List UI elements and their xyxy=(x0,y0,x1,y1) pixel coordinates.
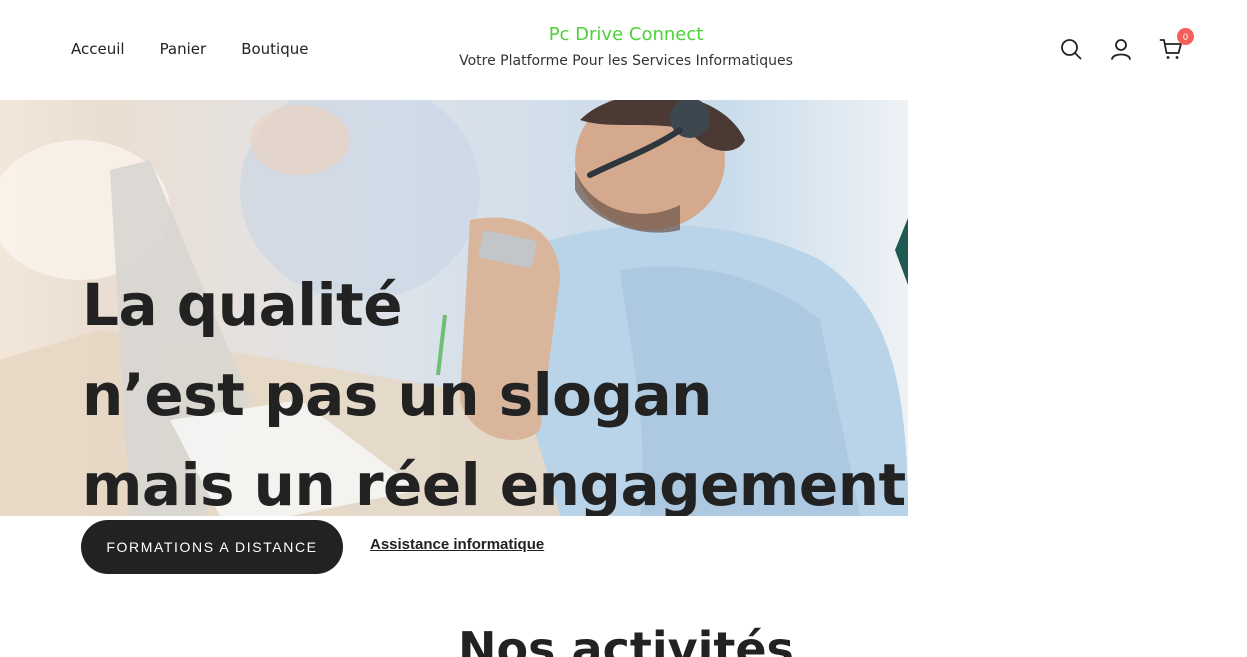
formations-button[interactable]: FORMATIONS A DISTANCE xyxy=(81,520,343,574)
search-button[interactable] xyxy=(1058,36,1084,62)
hero-heading-line-1: La qualité xyxy=(82,271,403,339)
section-title: Nos activités xyxy=(458,622,794,657)
user-icon xyxy=(1111,39,1131,60)
hero-heading-line-3: mais un réel engagement xyxy=(82,451,906,516)
cart-button[interactable]: 0 xyxy=(1158,28,1194,62)
site-header: Acceuil Panier Boutique Pc Drive Connect… xyxy=(0,0,1247,100)
hero-heading: La qualité n’est pas un slogan mais un r… xyxy=(82,260,906,516)
search-icon xyxy=(1061,39,1082,60)
header-icons: 0 xyxy=(1058,28,1194,62)
hero-banner: La qualité n’est pas un slogan mais un r… xyxy=(0,100,908,516)
cart-count-badge: 0 xyxy=(1177,28,1194,45)
assistance-link[interactable]: Assistance informatique xyxy=(370,536,544,553)
hero-heading-line-2: n’est pas un slogan xyxy=(82,361,712,429)
account-button[interactable] xyxy=(1108,36,1134,62)
